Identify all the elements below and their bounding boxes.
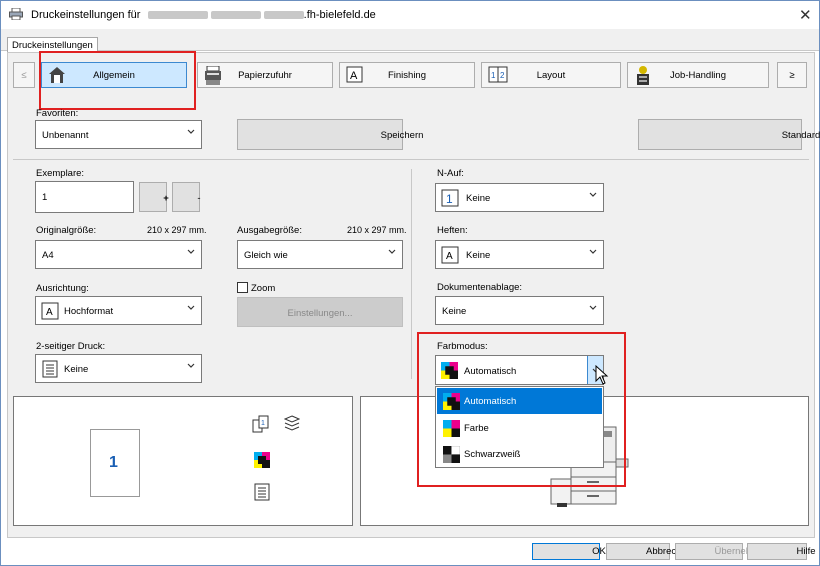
- nav-next-button[interactable]: ≥: [777, 62, 807, 88]
- chevron-down-icon: [388, 248, 396, 256]
- nup-select[interactable]: 1 Keine: [435, 183, 604, 212]
- orientation-select[interactable]: A Hochformat: [35, 296, 202, 325]
- zoom-label: Zoom: [251, 283, 276, 294]
- copies-label: Exemplare:: [36, 168, 85, 179]
- preview-left: 1 1: [13, 396, 353, 526]
- nav-job-handling[interactable]: Job-Handling: [627, 62, 769, 88]
- output-size-select[interactable]: Gleich wie: [237, 240, 403, 269]
- original-size-select[interactable]: A4: [35, 240, 202, 269]
- copies-plus-button[interactable]: +: [139, 182, 169, 212]
- nav-layout[interactable]: 12 Layout: [481, 62, 621, 88]
- title-bar: Druckeinstellungen für .fh-bielefeld.de …: [1, 1, 819, 29]
- window-title: Druckeinstellungen für .fh-bielefeld.de: [31, 9, 376, 21]
- duplex-label: 2-seitiger Druck:: [36, 341, 106, 352]
- zoom-checkbox[interactable]: [237, 282, 248, 293]
- tab-strip: [1, 29, 819, 51]
- staple-none-icon: A: [441, 246, 459, 264]
- printer-icon: [9, 7, 23, 21]
- svg-text:A: A: [446, 251, 453, 262]
- favorites-label: Favoriten:: [36, 108, 79, 119]
- help-button[interactable]: Hilfe: [747, 543, 816, 560]
- copies-minus-button[interactable]: -: [172, 182, 201, 212]
- nav-papierzufuhr[interactable]: Papierzufuhr: [197, 62, 333, 88]
- staple-label: Heften:: [437, 225, 468, 236]
- orientation-label: Ausrichtung:: [36, 283, 89, 294]
- chevron-down-icon: [589, 248, 597, 256]
- highlight-allgemein: [39, 51, 196, 110]
- redacted-text: [210, 11, 261, 20]
- close-button[interactable]: ✕: [799, 6, 812, 24]
- cancel-button[interactable]: Abbrechen: [606, 543, 692, 560]
- save-button[interactable]: Speichern: [237, 119, 423, 150]
- duplex-select[interactable]: Keine: [35, 354, 202, 383]
- copies-input[interactable]: 1: [35, 181, 134, 213]
- staple-select[interactable]: A Keine: [435, 240, 604, 269]
- highlight-color-mode: [417, 332, 626, 487]
- single-page-icon: [41, 360, 59, 378]
- redacted-text: [147, 11, 208, 20]
- chevron-down-icon: [589, 304, 597, 312]
- favorites-select[interactable]: Unbenannt: [35, 120, 202, 149]
- chevron-down-icon: [187, 304, 195, 312]
- settings-button[interactable]: Einstellungen...: [237, 297, 403, 327]
- svg-text:A: A: [46, 307, 53, 318]
- ok-button[interactable]: OK: [532, 543, 606, 560]
- separator: [13, 159, 809, 160]
- redacted-text: [263, 11, 304, 20]
- portrait-icon: A: [41, 302, 59, 320]
- copies-collate-icon: 1: [252, 415, 270, 433]
- single-sided-icon: [254, 483, 270, 501]
- nup-one-icon: 1: [441, 189, 459, 207]
- output-size-dims: 210 x 297 mm.: [347, 225, 407, 235]
- docstore-label: Dokumentenablage:: [437, 282, 523, 293]
- nav-prev-button[interactable]: ≤: [13, 62, 35, 88]
- apply-button[interactable]: Übernehmen: [675, 543, 769, 560]
- cmyk-icon: [254, 452, 270, 468]
- chevron-down-icon: [187, 128, 195, 136]
- nav-finishing[interactable]: A Finishing: [339, 62, 475, 88]
- svg-text:1: 1: [446, 192, 453, 206]
- chevron-down-icon: [187, 362, 195, 370]
- nup-label: N-Auf:: [437, 168, 464, 179]
- original-size-dims: 210 x 297 mm.: [147, 225, 207, 235]
- page-preview: 1: [90, 429, 140, 497]
- svg-text:1: 1: [261, 420, 265, 427]
- original-size-label: Originalgröße:: [36, 225, 97, 236]
- standard-button[interactable]: Standard: [638, 119, 820, 150]
- chevron-down-icon: [589, 191, 597, 199]
- output-size-label: Ausgabegröße:: [237, 225, 302, 236]
- column-divider: [411, 169, 412, 379]
- chevron-down-icon: [187, 248, 195, 256]
- stack-icon: [283, 415, 301, 431]
- docstore-select[interactable]: Keine: [435, 296, 604, 325]
- print-settings-window: Druckeinstellungen für .fh-bielefeld.de …: [0, 0, 820, 566]
